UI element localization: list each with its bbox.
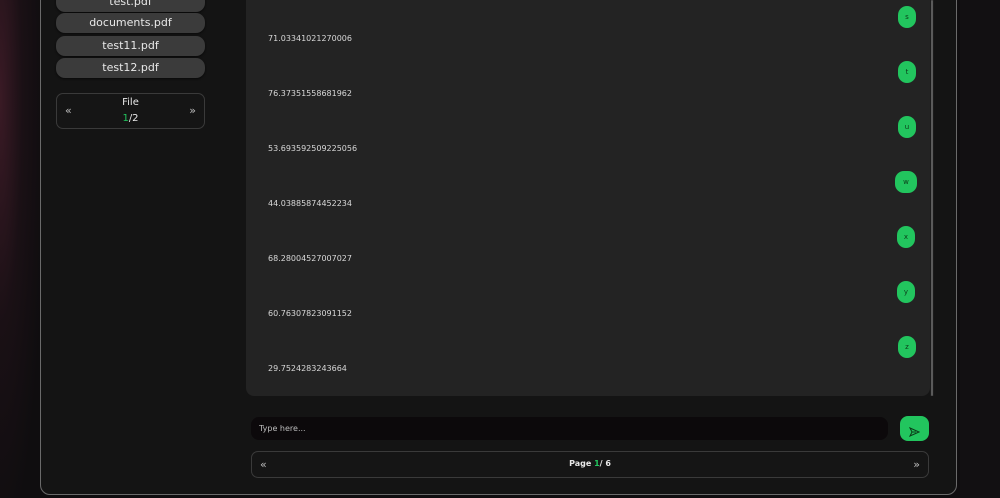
- file-pager: « File 1/2 »: [56, 93, 205, 129]
- chat-scrollbar-thumb[interactable]: [931, 0, 933, 396]
- chat-message-bot: 44.03885874452234: [268, 199, 352, 208]
- chat-bubble-user: s: [898, 6, 916, 28]
- file-item-test[interactable]: test.pdf: [56, 0, 205, 12]
- file-item-test11[interactable]: test11.pdf: [56, 36, 205, 56]
- chat-message-bot: 68.28004527007027: [268, 254, 352, 263]
- page-pager-total: / 6: [599, 459, 611, 468]
- file-pager-total: /2: [128, 113, 139, 124]
- background-right: [960, 0, 1000, 498]
- chat-bubble-user: w: [895, 171, 917, 193]
- page-pager-prefix: Page: [569, 459, 595, 468]
- page-pager-label: Page 1/ 6: [252, 459, 928, 468]
- message-input[interactable]: [251, 417, 888, 440]
- page-next-button[interactable]: »: [913, 458, 920, 471]
- chat-bubble-user: z: [898, 336, 916, 358]
- chat-bubble-user: t: [898, 61, 916, 83]
- chat-message-bot: 76.37351558681962: [268, 89, 352, 98]
- chat-message-bot: 71.03341021270006: [268, 34, 352, 43]
- chat-bubble-user: x: [897, 226, 915, 248]
- chat-message-bot: 29.7524283243664: [268, 364, 347, 373]
- send-icon: [909, 427, 920, 437]
- chat-message-bot: 53.693592509225056: [268, 144, 358, 153]
- file-item-test12[interactable]: test12.pdf: [56, 58, 205, 78]
- background-glow: [0, 0, 40, 498]
- page-pager: « Page 1/ 6 »: [251, 451, 929, 478]
- chat-bubble-user: y: [897, 281, 915, 303]
- file-next-button[interactable]: »: [189, 104, 196, 117]
- chat-bubble-user: u: [898, 116, 916, 138]
- file-pager-title: File: [122, 97, 139, 108]
- chat-panel: [246, 0, 930, 396]
- send-button[interactable]: [900, 416, 929, 441]
- file-item-documents[interactable]: documents.pdf: [56, 13, 205, 33]
- chat-message-bot: 60.76307823091152: [268, 309, 352, 318]
- file-pager-count: 1/2: [57, 113, 204, 124]
